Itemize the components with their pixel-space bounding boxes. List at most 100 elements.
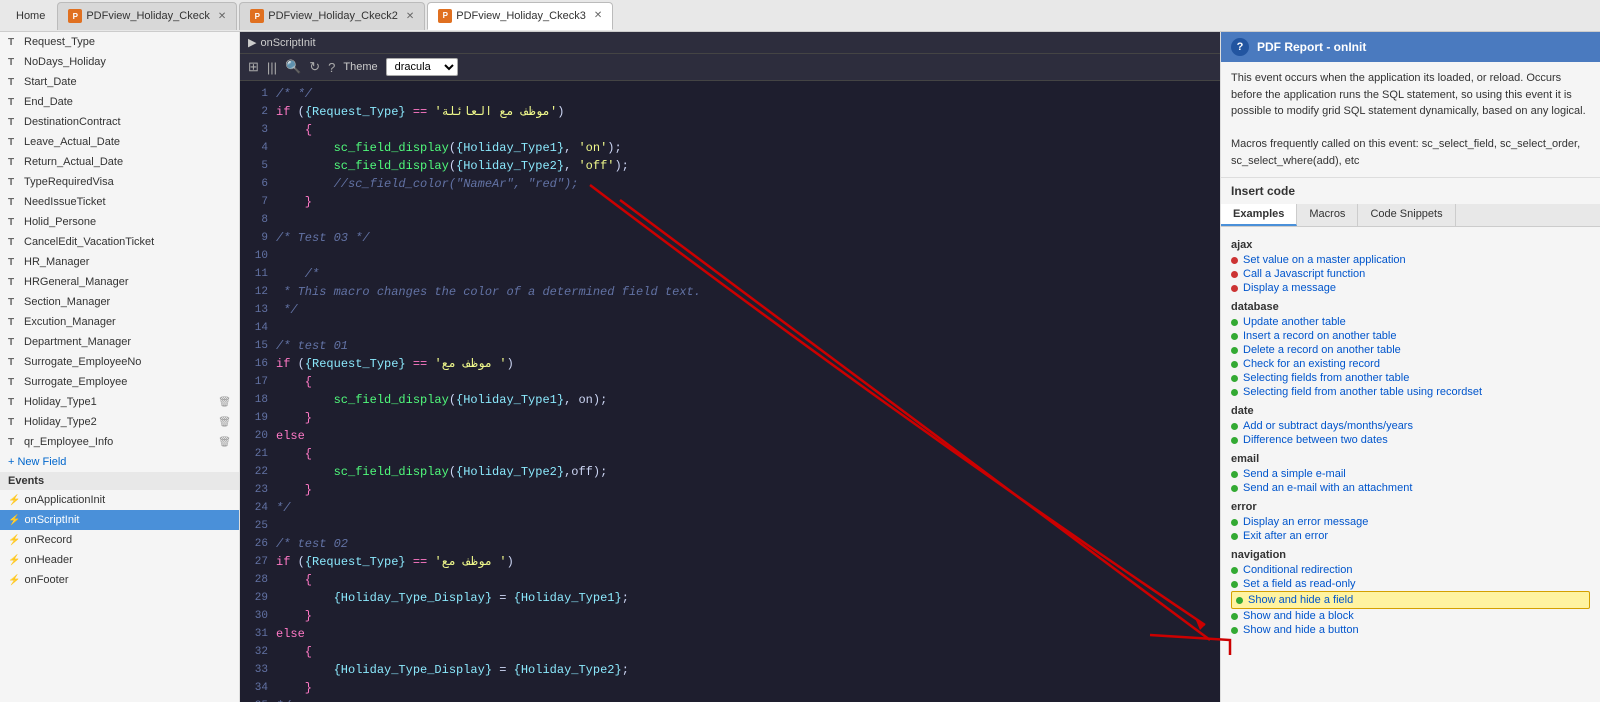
sidebar-event-onScriptInit[interactable]: ⚡ onScriptInit bbox=[0, 510, 239, 530]
tab-label-3: PDFview_Holiday_Ckeck3 bbox=[456, 10, 586, 22]
example-call-js[interactable]: Call a Javascript function bbox=[1231, 267, 1590, 281]
tab-close-3[interactable]: ✕ bbox=[594, 10, 602, 21]
bullet-icon bbox=[1231, 361, 1238, 368]
sidebar-field-DestinationContract[interactable]: T DestinationContract bbox=[0, 112, 239, 132]
code-line-27: 27 if ({Request_Type} == 'موظف مع ') bbox=[240, 553, 1220, 571]
example-label: Exit after an error bbox=[1243, 530, 1328, 542]
code-line-9: 9 /* Test 03 */ bbox=[240, 229, 1220, 247]
sidebar-event-onApplicationInit[interactable]: ⚡ onApplicationInit bbox=[0, 490, 239, 510]
toolbar-grid-icon[interactable]: ⊞ bbox=[248, 59, 259, 75]
sidebar-field-CancelEdit_VacationTicket[interactable]: T CancelEdit_VacationTicket bbox=[0, 232, 239, 252]
help-badge[interactable]: ? bbox=[1231, 38, 1249, 56]
bullet-icon bbox=[1231, 627, 1238, 634]
code-line-12: 12 * This macro changes the color of a d… bbox=[240, 283, 1220, 301]
bullet-icon bbox=[1231, 567, 1238, 574]
right-panel: ? PDF Report - onInit This event occurs … bbox=[1220, 32, 1600, 702]
code-editor[interactable]: 1 /* */ 2 if ({Request_Type} == 'موظف مع… bbox=[240, 81, 1220, 702]
code-line-1: 1 /* */ bbox=[240, 85, 1220, 103]
sidebar-field-Holiday_Type1[interactable]: T Holiday_Type1 🗑 bbox=[0, 392, 239, 412]
example-display-message[interactable]: Display a message bbox=[1231, 281, 1590, 295]
sidebar-event-onHeader[interactable]: ⚡ onHeader bbox=[0, 550, 239, 570]
sidebar-field-Holid_Persone[interactable]: T Holid_Persone bbox=[0, 212, 239, 232]
example-show-hide-field[interactable]: Show and hide a field bbox=[1231, 591, 1590, 609]
field-name: NeedIssueTicket bbox=[24, 196, 106, 208]
delete-field-icon[interactable]: 🗑 bbox=[218, 417, 231, 428]
sidebar-field-Return_Actual_Date[interactable]: T Return_Actual_Date bbox=[0, 152, 239, 172]
tab-3[interactable]: P PDFview_Holiday_Ckeck3 ✕ bbox=[427, 2, 613, 30]
example-update-table[interactable]: Update another table bbox=[1231, 315, 1590, 329]
example-delete-record[interactable]: Delete a record on another table bbox=[1231, 343, 1590, 357]
example-set-readonly[interactable]: Set a field as read-only bbox=[1231, 577, 1590, 591]
sidebar-field-Start_Date[interactable]: T Start_Date bbox=[0, 72, 239, 92]
tab-home[interactable]: Home bbox=[4, 2, 57, 30]
example-set-value-master[interactable]: Set value on a master application bbox=[1231, 253, 1590, 267]
sidebar-field-Request_Type[interactable]: T Request_Type bbox=[0, 32, 239, 52]
sidebar-field-Holiday_Type2[interactable]: T Holiday_Type2 🗑 bbox=[0, 412, 239, 432]
sidebar-field-TypeRequiredVisa[interactable]: T TypeRequiredVisa bbox=[0, 172, 239, 192]
sidebar-field-Excution_Manager[interactable]: T Excution_Manager bbox=[0, 312, 239, 332]
panel-tab-code-snippets[interactable]: Code Snippets bbox=[1358, 204, 1455, 226]
example-label: Show and hide a button bbox=[1243, 624, 1359, 636]
panel-tab-macros[interactable]: Macros bbox=[1297, 204, 1358, 226]
delete-field-icon[interactable]: 🗑 bbox=[218, 437, 231, 448]
example-show-hide-block[interactable]: Show and hide a block bbox=[1231, 609, 1590, 623]
sidebar-field-End_Date[interactable]: T End_Date bbox=[0, 92, 239, 112]
tab-close-1[interactable]: ✕ bbox=[218, 11, 226, 22]
add-field-button[interactable]: + New Field bbox=[0, 452, 239, 472]
field-type-icon: T bbox=[8, 397, 20, 408]
bullet-icon bbox=[1231, 319, 1238, 326]
example-check-existing[interactable]: Check for an existing record bbox=[1231, 357, 1590, 371]
bullet-icon bbox=[1231, 471, 1238, 478]
tab-label-2: PDFview_Holiday_Ckeck2 bbox=[268, 10, 398, 22]
sidebar-field-Section_Manager[interactable]: T Section_Manager bbox=[0, 292, 239, 312]
sidebar-field-NeedIssueTicket[interactable]: T NeedIssueTicket bbox=[0, 192, 239, 212]
bullet-icon bbox=[1236, 597, 1243, 604]
toolbar-search-icon[interactable]: 🔍 bbox=[285, 59, 301, 75]
toolbar-help-icon[interactable]: ? bbox=[328, 60, 335, 75]
event-name: onRecord bbox=[24, 534, 72, 546]
code-line-15: 15 /* test 01 bbox=[240, 337, 1220, 355]
example-select-field-recordset[interactable]: Selecting field from another table using… bbox=[1231, 385, 1590, 399]
theme-select[interactable]: dracula default monokai bbox=[386, 58, 458, 76]
example-show-hide-button[interactable]: Show and hide a button bbox=[1231, 623, 1590, 637]
toolbar-refresh-icon[interactable]: ↻ bbox=[309, 59, 320, 75]
example-select-fields[interactable]: Selecting fields from another table bbox=[1231, 371, 1590, 385]
sidebar-field-NoDays_Holiday[interactable]: T NoDays_Holiday bbox=[0, 52, 239, 72]
field-name: HRGeneral_Manager bbox=[24, 276, 129, 288]
field-name: Holid_Persone bbox=[24, 216, 96, 228]
sidebar-field-qr_Employee_Info[interactable]: T qr_Employee_Info 🗑 bbox=[0, 432, 239, 452]
sidebar-event-onRecord[interactable]: ⚡ onRecord bbox=[0, 530, 239, 550]
category-navigation: navigation bbox=[1231, 549, 1590, 561]
example-label: Difference between two dates bbox=[1243, 434, 1388, 446]
code-line-7: 7 } bbox=[240, 193, 1220, 211]
delete-field-icon[interactable]: 🗑 bbox=[218, 397, 231, 408]
sidebar-field-Department_Manager[interactable]: T Department_Manager bbox=[0, 332, 239, 352]
tab-2[interactable]: P PDFview_Holiday_Ckeck2 ✕ bbox=[239, 2, 425, 30]
sidebar-field-Surrogate_Employee[interactable]: T Surrogate_Employee bbox=[0, 372, 239, 392]
bullet-icon bbox=[1231, 613, 1238, 620]
sidebar-field-HRGeneral_Manager[interactable]: T HRGeneral_Manager bbox=[0, 272, 239, 292]
code-line-23: 23 } bbox=[240, 481, 1220, 499]
sidebar-field-Leave_Actual_Date[interactable]: T Leave_Actual_Date bbox=[0, 132, 239, 152]
example-insert-record[interactable]: Insert a record on another table bbox=[1231, 329, 1590, 343]
tab-1[interactable]: P PDFview_Holiday_Ckeck ✕ bbox=[57, 2, 237, 30]
toolbar-bar-icon[interactable]: ||| bbox=[267, 60, 277, 75]
code-line-21: 21 { bbox=[240, 445, 1220, 463]
example-conditional-redirect[interactable]: Conditional redirection bbox=[1231, 563, 1590, 577]
code-line-32: 32 { bbox=[240, 643, 1220, 661]
sidebar-event-onFooter[interactable]: ⚡ onFooter bbox=[0, 570, 239, 590]
example-send-attachment-email[interactable]: Send an e-mail with an attachment bbox=[1231, 481, 1590, 495]
code-line-11: 11 /* bbox=[240, 265, 1220, 283]
sidebar-field-Surrogate_EmployeeNo[interactable]: T Surrogate_EmployeeNo bbox=[0, 352, 239, 372]
panel-tab-examples[interactable]: Examples bbox=[1221, 204, 1297, 226]
bullet-icon bbox=[1231, 347, 1238, 354]
sidebar-field-HR_Manager[interactable]: T HR_Manager bbox=[0, 252, 239, 272]
tab-pdf-icon-2: P bbox=[250, 9, 264, 23]
example-display-error[interactable]: Display an error message bbox=[1231, 515, 1590, 529]
example-add-subtract-dates[interactable]: Add or subtract days/months/years bbox=[1231, 419, 1590, 433]
example-diff-dates[interactable]: Difference between two dates bbox=[1231, 433, 1590, 447]
example-label: Set value on a master application bbox=[1243, 254, 1406, 266]
example-send-simple-email[interactable]: Send a simple e-mail bbox=[1231, 467, 1590, 481]
tab-close-2[interactable]: ✕ bbox=[406, 11, 414, 22]
example-exit-error[interactable]: Exit after an error bbox=[1231, 529, 1590, 543]
